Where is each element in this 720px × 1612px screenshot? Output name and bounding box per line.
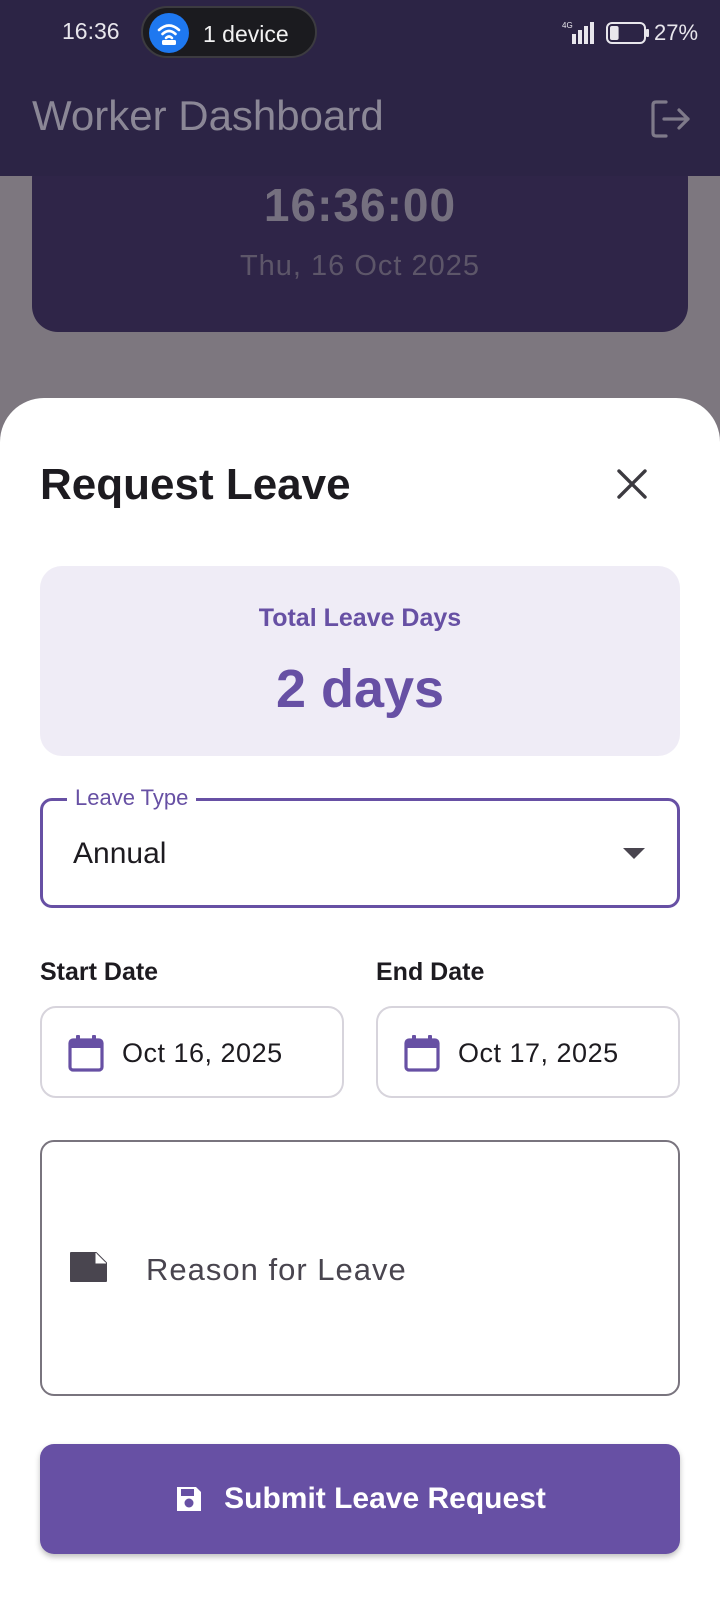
screen: 16:36 1 device 4G 27% Worker Dashboard 1… — [0, 0, 720, 1612]
submit-label: Submit Leave Request — [224, 1482, 546, 1515]
close-button[interactable] — [608, 460, 656, 508]
start-date-value: Oct 16, 2025 — [122, 1038, 283, 1068]
leave-type-label: Leave Type — [67, 785, 197, 811]
sheet-title: Request Leave — [40, 460, 351, 509]
submit-leave-request-button[interactable]: Submit Leave Request — [40, 1444, 680, 1554]
status-icons: 4G 27% — [520, 18, 720, 48]
hotspot-label: 1 device — [203, 21, 289, 47]
wifi-hotspot-icon — [149, 13, 189, 53]
logout-icon[interactable] — [648, 96, 694, 142]
clock-card: 16:36:00 Thu, 16 Oct 2025 — [32, 152, 688, 332]
end-date-value: Oct 17, 2025 — [458, 1038, 619, 1068]
status-bar: 16:36 1 device 4G 27% — [0, 0, 720, 66]
battery-icon — [606, 22, 649, 44]
end-date-label: End Date — [376, 958, 485, 986]
reason-input[interactable]: Reason for Leave — [40, 1140, 680, 1396]
clock-time: 16:36:00 — [263, 179, 457, 231]
total-leave-days-label: Total Leave Days — [258, 604, 462, 632]
leave-type-value: Annual — [73, 837, 167, 870]
battery-percent: 27% — [654, 20, 699, 45]
leave-type-dropdown[interactable]: Leave Type Annual — [40, 785, 680, 908]
calendar-icon — [404, 1035, 440, 1072]
start-date-label: Start Date — [40, 958, 159, 986]
hotspot-pill[interactable]: 1 device — [141, 6, 317, 58]
clock-date: Thu, 16 Oct 2025 — [239, 250, 481, 282]
note-icon — [70, 1252, 107, 1282]
calendar-icon — [68, 1035, 104, 1072]
status-time: 16:36 — [62, 18, 120, 44]
total-leave-days-value: 2 days — [275, 659, 445, 719]
dropdown-arrow-icon — [623, 848, 645, 859]
app-bar: Worker Dashboard — [0, 66, 720, 176]
signal-icon: 4G — [562, 21, 594, 44]
close-icon — [617, 469, 647, 499]
total-leave-days-card: Total Leave Days 2 days — [40, 566, 680, 756]
reason-placeholder: Reason for Leave — [146, 1252, 407, 1287]
request-leave-sheet: Request Leave Total Leave Days 2 days Le… — [0, 398, 720, 1612]
start-date-field[interactable]: Oct 16, 2025 — [40, 1006, 344, 1098]
save-icon — [177, 1487, 202, 1511]
end-date-field[interactable]: Oct 17, 2025 — [376, 1006, 680, 1098]
app-title: Worker Dashboard — [32, 92, 384, 139]
network-type-label: 4G — [562, 21, 573, 30]
